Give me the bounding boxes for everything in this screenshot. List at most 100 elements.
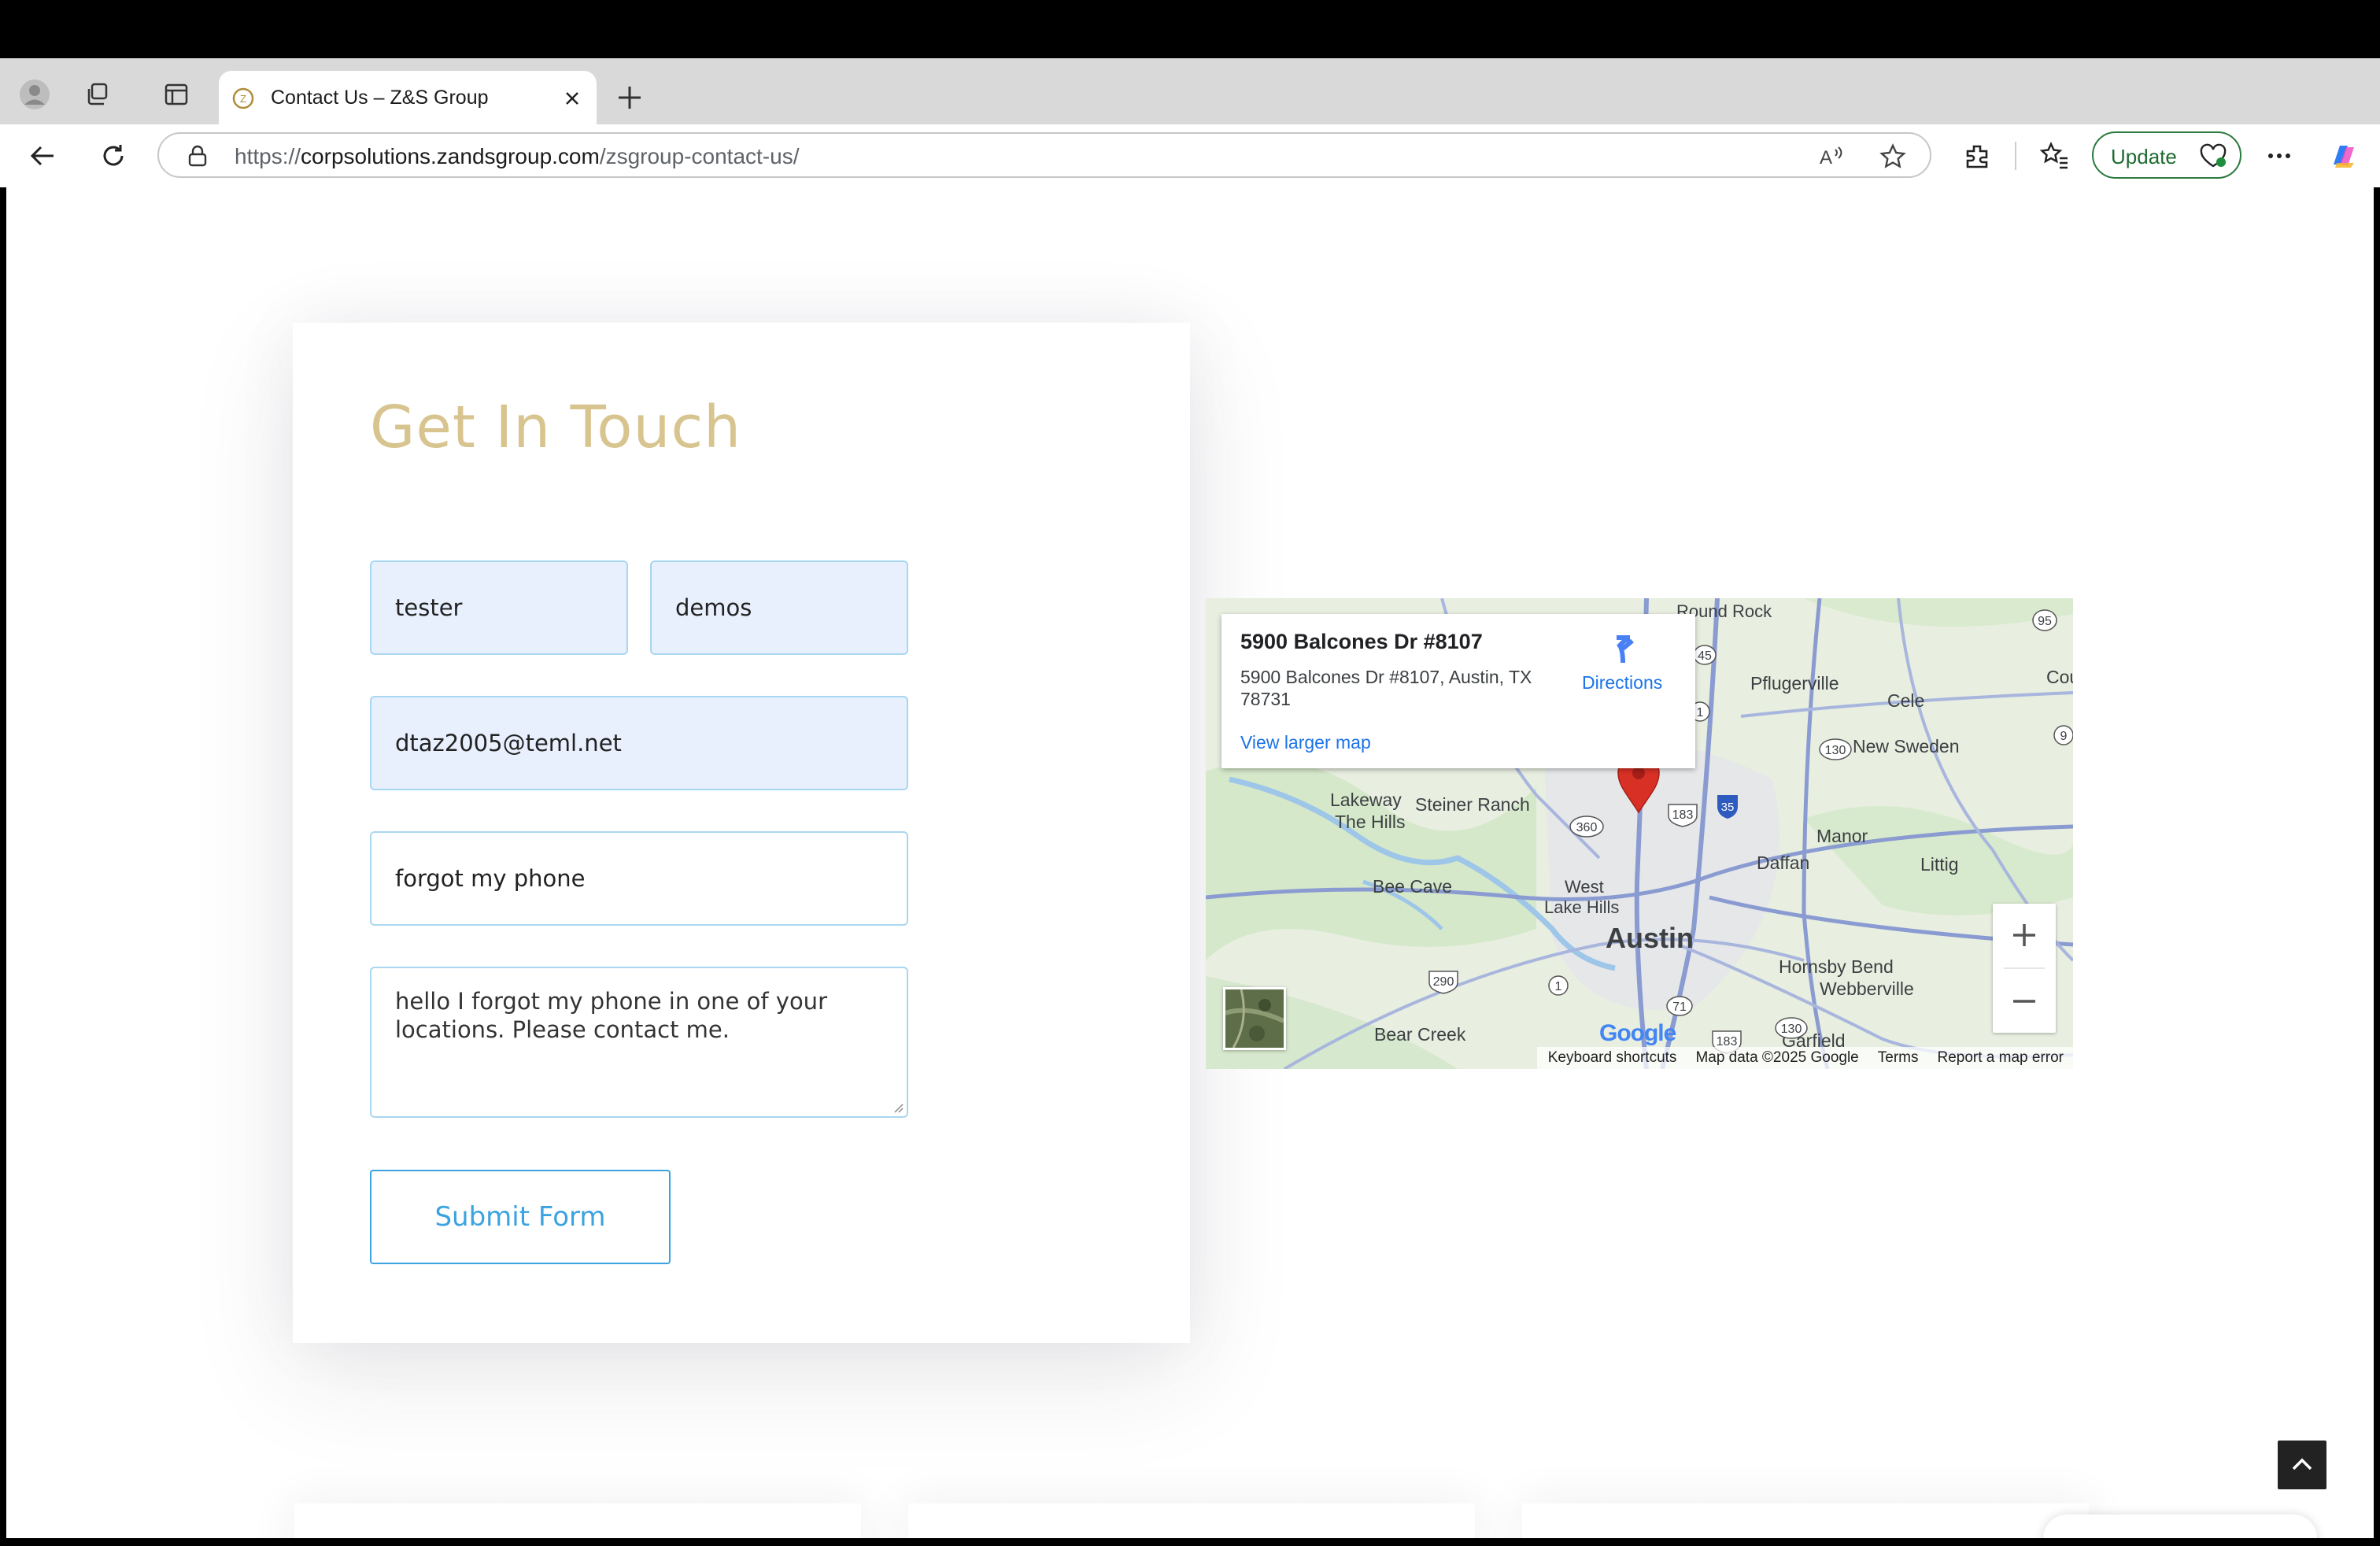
resize-handle-icon[interactable] — [893, 1102, 904, 1113]
map-data-text: Map data ©2025 Google — [1695, 1049, 1859, 1066]
terms-link[interactable]: Terms — [1878, 1049, 1919, 1067]
keyboard-shortcuts-link[interactable]: Keyboard shortcuts — [1548, 1049, 1677, 1067]
update-button[interactable]: Update — [2092, 131, 2241, 179]
favorites-icon[interactable] — [2037, 139, 2071, 173]
map-label-cele: Cele — [1887, 690, 1924, 711]
form-heading: Get In Touch — [370, 394, 742, 461]
reload-icon[interactable] — [96, 139, 131, 173]
new-tab-icon[interactable] — [614, 82, 645, 113]
map-label-austin: Austin — [1606, 922, 1694, 954]
map-label-lake-hills: Lake Hills — [1544, 897, 1619, 917]
highway-shield-1-south: 1 — [1548, 975, 1569, 996]
more-menu-icon[interactable] — [2262, 139, 2297, 173]
svg-text:35: 35 — [1721, 801, 1735, 814]
highway-shield-9: 9 — [2053, 725, 2073, 745]
map-label-manor: Manor — [1816, 826, 1868, 846]
directions-link[interactable]: Directions — [1582, 672, 1662, 693]
map-label-bee-cave: Bee Cave — [1373, 876, 1452, 897]
toolbar-divider — [2015, 142, 2016, 170]
tab-active[interactable]: Z Contact Us – Z&S Group — [219, 71, 597, 126]
highway-shield-130-south: 130 — [1775, 1017, 1808, 1039]
svg-text:130: 130 — [1781, 1023, 1802, 1036]
chevron-up-icon — [2292, 1458, 2312, 1470]
view-larger-map-link[interactable]: View larger map — [1240, 732, 1371, 753]
map-label-lakeway: Lakeway — [1330, 790, 1402, 810]
info-card-1 — [294, 1503, 861, 1538]
first-name-field[interactable]: tester — [370, 560, 628, 655]
chat-widget-tab[interactable] — [2043, 1515, 2317, 1538]
highway-shield-130-north: 130 — [1819, 738, 1852, 760]
zoom-in-button[interactable] — [1993, 904, 2056, 967]
copilot-icon[interactable] — [2326, 139, 2361, 173]
google-logo: Google — [1599, 1020, 1676, 1047]
svg-text:A: A — [1820, 147, 1832, 168]
map-label-new-sweden: New Sweden — [1853, 736, 1960, 756]
map-label-hornsby-bend: Hornsby Bend — [1779, 956, 1894, 977]
map-zoom-control — [1993, 904, 2056, 1033]
map-label-coupland: Coupla — [2046, 667, 2073, 687]
highway-shield-71: 71 — [1666, 996, 1693, 1016]
lock-icon[interactable] — [187, 145, 208, 167]
scroll-to-top-button[interactable] — [2278, 1441, 2326, 1489]
highway-shield-183-north: 183 — [1668, 804, 1698, 827]
directions-icon[interactable] — [1606, 631, 1640, 666]
highway-shield-290: 290 — [1428, 971, 1458, 994]
address-bar[interactable]: https://corpsolutions.zandsgroup.com/zsg… — [157, 132, 1931, 178]
svg-text:183: 183 — [1672, 808, 1694, 822]
highway-shield-360: 360 — [1569, 816, 1604, 838]
update-label: Update — [2111, 145, 2177, 168]
plus-icon — [2013, 924, 2035, 946]
svg-text:360: 360 — [1576, 821, 1598, 834]
workspaces-icon[interactable] — [82, 79, 113, 110]
url-host: corpsolutions.zandsgroup.com — [301, 144, 600, 168]
svg-text:1: 1 — [1697, 706, 1704, 719]
svg-text:71: 71 — [1672, 1000, 1687, 1014]
place-address: 5900 Balcones Dr #8107, Austin, TX 78731 — [1240, 667, 1532, 709]
satellite-toggle-button[interactable] — [1223, 987, 1286, 1050]
message-textarea[interactable]: hello I forgot my phone in one of your l… — [370, 967, 908, 1118]
back-icon[interactable] — [25, 139, 60, 173]
contact-form-card: Get In Touch tester demos dtaz2005@teml.… — [293, 323, 1190, 1343]
message-text: hello I forgot my phone in one of your l… — [395, 988, 827, 1043]
read-aloud-icon[interactable]: A — [1818, 143, 1845, 170]
tab-actions-icon[interactable] — [161, 79, 192, 110]
satellite-thumbnail-icon — [1225, 989, 1285, 1049]
map-label-webberville: Webberville — [1820, 978, 1914, 999]
svg-text:130: 130 — [1825, 744, 1846, 757]
map-info-window: 5900 Balcones Dr #8107 5900 Balcones Dr … — [1221, 614, 1695, 768]
url-text[interactable]: https://corpsolutions.zandsgroup.com/zsg… — [235, 144, 799, 169]
site-favicon-icon: Z — [232, 87, 254, 109]
map-label-pflugerville: Pflugerville — [1750, 673, 1839, 693]
place-name: 5900 Balcones Dr #8107 — [1240, 630, 1483, 653]
map-label-the-hills: The Hills — [1335, 812, 1405, 832]
email-field[interactable]: dtaz2005@teml.net — [370, 696, 908, 790]
last-name-field[interactable]: demos — [650, 560, 908, 655]
svg-text:1: 1 — [1555, 980, 1562, 993]
info-card-3 — [1522, 1503, 2089, 1538]
tab-close-icon[interactable] — [562, 88, 582, 109]
svg-text:45: 45 — [1698, 649, 1712, 663]
subject-field[interactable]: forgot my phone — [370, 831, 908, 926]
map-label-west: West — [1565, 877, 1604, 897]
map-footer: Keyboard shortcuts Map data ©2025 Google… — [1536, 1047, 2073, 1069]
extensions-icon[interactable] — [1960, 139, 1994, 173]
svg-text:9: 9 — [2060, 730, 2068, 743]
map-label-bear-creek: Bear Creek — [1374, 1024, 1466, 1045]
web-page: Get In Touch tester demos dtaz2005@teml.… — [6, 187, 2374, 1538]
svg-text:95: 95 — [2038, 615, 2052, 628]
screen-top-bar — [0, 0, 2380, 58]
google-map[interactable]: Round Rock Pflugerville Cele Coupla New … — [1206, 598, 2073, 1069]
favorite-star-icon[interactable] — [1879, 143, 1906, 170]
map-label-steiner-ranch: Steiner Ranch — [1415, 794, 1530, 815]
url-prefix: https:// — [235, 144, 301, 168]
submit-form-button[interactable]: Submit Form — [370, 1170, 671, 1264]
browser-toolbar: https://corpsolutions.zandsgroup.com/zsg… — [0, 124, 2380, 187]
highway-shield-95: 95 — [2032, 609, 2057, 631]
report-map-error-link[interactable]: Report a map error — [1937, 1049, 2064, 1067]
profile-icon[interactable] — [19, 79, 50, 110]
svg-text:290: 290 — [1433, 975, 1454, 989]
map-label-littig: Littig — [1920, 854, 1959, 875]
zoom-out-button[interactable] — [1993, 970, 2056, 1033]
zoom-divider — [2004, 967, 2045, 969]
google-logo-text: Google — [1599, 1020, 1676, 1046]
